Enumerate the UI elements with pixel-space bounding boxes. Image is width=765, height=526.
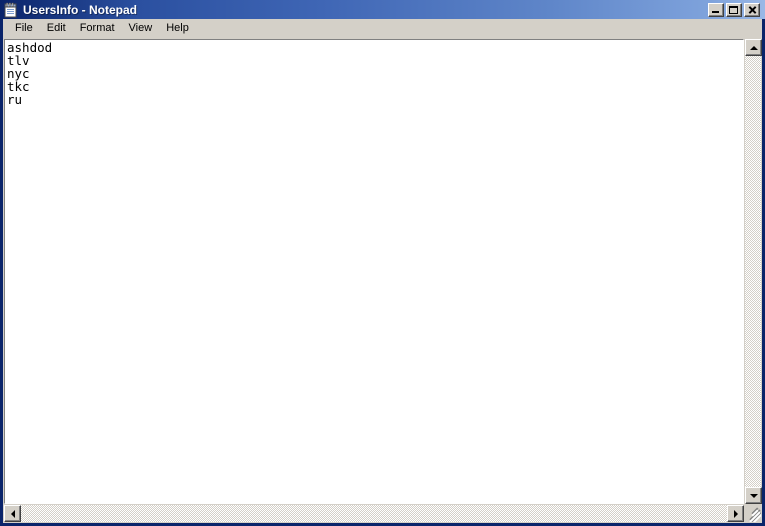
scroll-down-icon xyxy=(749,493,758,498)
bottom-row xyxy=(4,505,761,522)
horizontal-scroll-track[interactable] xyxy=(21,505,727,522)
vertical-scroll-track[interactable] xyxy=(745,56,761,487)
minimize-button[interactable] xyxy=(708,2,724,17)
window-title: UsersInfo - Notepad xyxy=(23,2,138,17)
menu-item-edit[interactable]: Edit xyxy=(40,20,73,38)
scroll-right-button[interactable] xyxy=(727,505,744,522)
menu-item-view[interactable]: View xyxy=(122,20,160,38)
menu-item-help[interactable]: Help xyxy=(159,20,196,38)
scroll-up-icon xyxy=(749,45,758,50)
maximize-icon xyxy=(729,5,738,14)
maximize-button[interactable] xyxy=(726,2,742,17)
client-area: ashdod tlv nyc tkc ru xyxy=(3,39,762,523)
menu-item-format[interactable]: Format xyxy=(73,20,122,38)
horizontal-scrollbar[interactable] xyxy=(4,505,744,522)
scroll-left-button[interactable] xyxy=(4,505,21,522)
scroll-left-icon xyxy=(10,509,15,518)
title-bar[interactable]: UsersInfo - Notepad xyxy=(0,0,765,19)
resize-grip[interactable] xyxy=(744,505,761,522)
editor-row: ashdod tlv nyc tkc ru xyxy=(4,39,762,504)
close-icon xyxy=(745,4,759,16)
menu-bar: File Edit Format View Help xyxy=(3,19,762,39)
notepad-window: UsersInfo - Notepad File Edit Format Vie… xyxy=(0,0,765,526)
minimize-icon xyxy=(712,10,719,13)
notepad-icon[interactable] xyxy=(3,2,19,18)
window-controls xyxy=(708,2,760,17)
menu-item-file[interactable]: File xyxy=(8,20,40,38)
scroll-up-button[interactable] xyxy=(745,39,762,56)
close-button[interactable] xyxy=(744,2,760,17)
scroll-down-button[interactable] xyxy=(745,487,762,504)
scroll-right-icon xyxy=(733,509,738,518)
editor-content[interactable]: ashdod tlv nyc tkc ru xyxy=(5,40,743,106)
text-editor[interactable]: ashdod tlv nyc tkc ru xyxy=(4,39,744,504)
vertical-scrollbar[interactable] xyxy=(744,39,762,504)
